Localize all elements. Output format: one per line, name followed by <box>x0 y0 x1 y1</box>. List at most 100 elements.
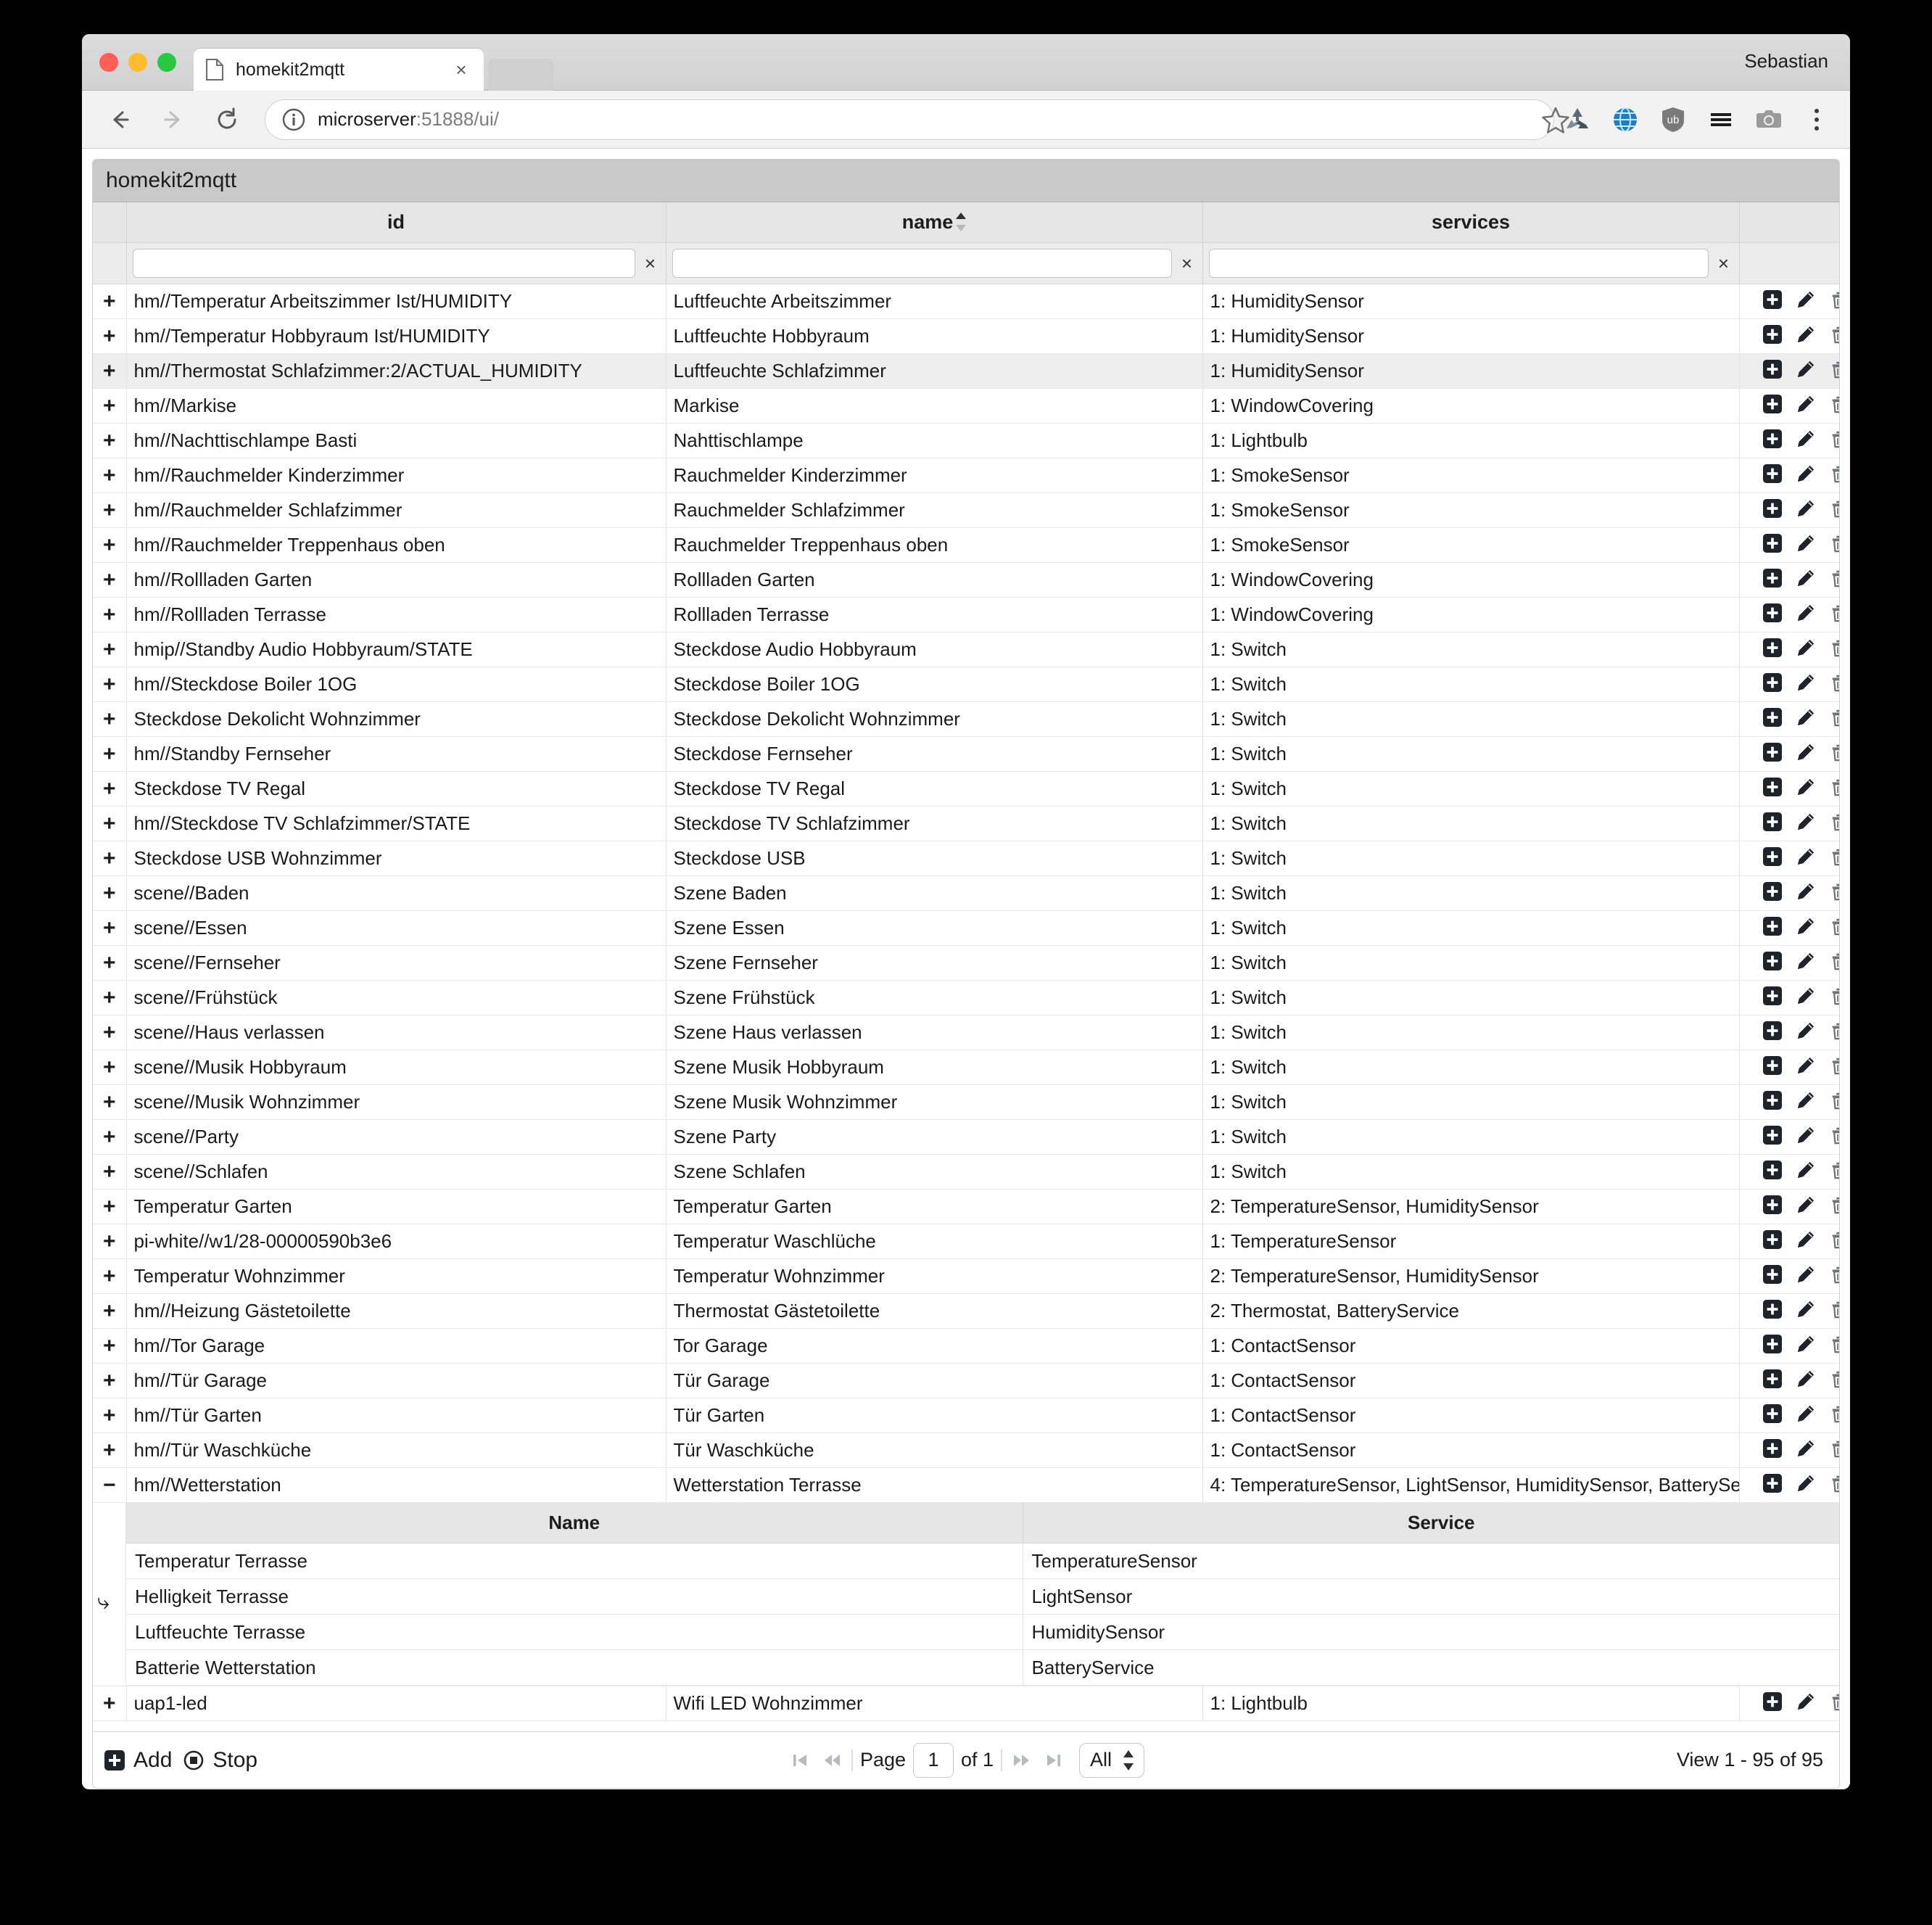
expand-row-icon[interactable]: + <box>103 1260 116 1293</box>
expand-row-icon[interactable]: + <box>103 529 116 562</box>
expand-row-icon[interactable]: + <box>103 877 116 910</box>
header-services[interactable]: services <box>1202 202 1739 243</box>
expand-row-icon[interactable]: + <box>103 459 116 492</box>
info-circle-icon[interactable] <box>281 107 306 132</box>
row-edit-icon[interactable] <box>1796 603 1816 623</box>
table-row[interactable]: +scene//PartySzene Party1: Switch <box>93 1120 1839 1155</box>
row-delete-icon[interactable] <box>1829 568 1839 588</box>
row-expand-cell[interactable]: + <box>93 981 126 1015</box>
table-row[interactable]: +hm//Rollladen GartenRollladen Garten1: … <box>93 563 1839 598</box>
row-edit-icon[interactable] <box>1796 1438 1816 1459</box>
row-delete-icon[interactable] <box>1829 1438 1839 1459</box>
expand-row-icon[interactable]: + <box>103 1086 116 1119</box>
row-expand-cell[interactable]: + <box>93 284 126 319</box>
row-delete-icon[interactable] <box>1829 1021 1839 1041</box>
url-text[interactable]: microserver:51888/ui/ <box>318 108 499 131</box>
hamburger-menu-icon[interactable] <box>1706 105 1735 134</box>
table-row[interactable]: +hm//Nachttischlampe BastiNahttischlampe… <box>93 424 1839 458</box>
table-row[interactable]: +hm//Rauchmelder Treppenhaus obenRauchme… <box>93 528 1839 563</box>
table-row[interactable]: +scene//Haus verlassenSzene Haus verlass… <box>93 1015 1839 1050</box>
expand-row-icon[interactable]: + <box>103 1121 116 1154</box>
row-add-icon[interactable] <box>1762 1299 1783 1319</box>
row-delete-icon[interactable] <box>1829 707 1839 727</box>
row-expand-cell[interactable]: + <box>93 807 126 841</box>
row-add-icon[interactable] <box>1762 777 1783 797</box>
expand-row-icon[interactable]: + <box>103 738 116 771</box>
row-add-icon[interactable] <box>1762 533 1783 553</box>
expand-row-icon[interactable]: + <box>103 1687 116 1720</box>
first-page-icon[interactable] <box>788 1748 812 1773</box>
table-row[interactable]: +hm//Rauchmelder KinderzimmerRauchmelder… <box>93 458 1839 493</box>
row-add-icon[interactable] <box>1762 1055 1783 1076</box>
row-expand-cell[interactable]: + <box>93 424 126 458</box>
row-expand-cell[interactable]: + <box>93 737 126 772</box>
page-size-select[interactable]: All <box>1079 1743 1144 1778</box>
row-expand-cell[interactable]: + <box>93 319 126 354</box>
expand-row-icon[interactable]: + <box>103 1295 116 1328</box>
row-expand-cell[interactable]: + <box>93 598 126 632</box>
row-delete-icon[interactable] <box>1829 324 1839 345</box>
row-expand-cell[interactable]: + <box>93 667 126 702</box>
row-edit-icon[interactable] <box>1796 881 1816 902</box>
close-tab-icon[interactable]: × <box>450 59 472 81</box>
row-delete-icon[interactable] <box>1829 1299 1839 1319</box>
row-add-icon[interactable] <box>1762 359 1783 379</box>
row-delete-icon[interactable] <box>1829 1334 1839 1354</box>
table-row[interactable]: +scene//Musik HobbyraumSzene Musik Hobby… <box>93 1050 1839 1085</box>
table-row[interactable]: +scene//FrühstückSzene Frühstück1: Switc… <box>93 981 1839 1015</box>
row-edit-icon[interactable] <box>1796 1691 1816 1712</box>
row-delete-icon[interactable] <box>1829 1125 1839 1145</box>
row-expand-cell[interactable]: + <box>93 772 126 807</box>
row-edit-icon[interactable] <box>1796 1229 1816 1250</box>
row-expand-cell[interactable]: + <box>93 1433 126 1468</box>
row-expand-cell[interactable]: + <box>93 458 126 493</box>
row-expand-cell[interactable]: + <box>93 1224 126 1259</box>
three-dot-menu-icon[interactable] <box>1802 105 1831 134</box>
row-delete-icon[interactable] <box>1829 986 1839 1006</box>
expand-row-icon[interactable]: + <box>103 947 116 980</box>
row-expand-cell[interactable]: + <box>93 563 126 598</box>
filter-id-input[interactable] <box>133 249 635 278</box>
row-delete-icon[interactable] <box>1829 881 1839 902</box>
table-row[interactable]: +scene//SchlafenSzene Schlafen1: Switch <box>93 1155 1839 1190</box>
row-add-icon[interactable] <box>1762 603 1783 623</box>
page-number-input[interactable] <box>913 1743 954 1778</box>
row-expand-cell[interactable]: + <box>93 946 126 981</box>
expand-row-icon[interactable]: + <box>103 1330 116 1363</box>
expand-row-icon[interactable]: + <box>103 912 116 945</box>
row-delete-icon[interactable] <box>1829 1264 1839 1285</box>
row-expand-cell[interactable]: + <box>93 1329 126 1364</box>
row-add-icon[interactable] <box>1762 1229 1783 1250</box>
row-delete-icon[interactable] <box>1829 289 1839 310</box>
expand-row-icon[interactable]: + <box>103 1434 116 1467</box>
row-add-icon[interactable] <box>1762 429 1783 449</box>
next-page-icon[interactable] <box>1010 1748 1034 1773</box>
row-add-icon[interactable] <box>1762 881 1783 902</box>
row-edit-icon[interactable] <box>1796 1021 1816 1041</box>
header-name[interactable]: name <box>666 202 1202 243</box>
expand-row-icon[interactable]: + <box>103 1190 116 1224</box>
row-edit-icon[interactable] <box>1796 463 1816 484</box>
row-expand-cell[interactable]: + <box>93 1050 126 1085</box>
table-row[interactable]: +hm//Tor GarageTor Garage1: ContactSenso… <box>93 1329 1839 1364</box>
row-delete-icon[interactable] <box>1829 1691 1839 1712</box>
row-edit-icon[interactable] <box>1796 359 1816 379</box>
expand-row-icon[interactable]: + <box>103 668 116 701</box>
row-edit-icon[interactable] <box>1796 568 1816 588</box>
row-delete-icon[interactable] <box>1829 429 1839 449</box>
expand-row-icon[interactable]: + <box>103 633 116 667</box>
row-add-icon[interactable] <box>1762 1125 1783 1145</box>
table-row[interactable]: +hm//Thermostat Schlafzimmer:2/ACTUAL_HU… <box>93 354 1839 389</box>
row-expand-cell[interactable]: + <box>93 528 126 563</box>
row-add-icon[interactable] <box>1762 1691 1783 1712</box>
row-expand-cell[interactable]: + <box>93 1686 126 1721</box>
expand-row-icon[interactable]: + <box>103 1364 116 1398</box>
minimize-window-button[interactable] <box>128 53 147 72</box>
row-edit-icon[interactable] <box>1796 707 1816 727</box>
forward-arrow-icon[interactable] <box>152 98 195 141</box>
table-row[interactable]: +hm//Steckdose TV Schlafzimmer/STATEStec… <box>93 807 1839 841</box>
filter-name-clear-icon[interactable]: × <box>1178 249 1197 278</box>
row-delete-icon[interactable] <box>1829 1160 1839 1180</box>
row-delete-icon[interactable] <box>1829 812 1839 832</box>
row-add-icon[interactable] <box>1762 812 1783 832</box>
